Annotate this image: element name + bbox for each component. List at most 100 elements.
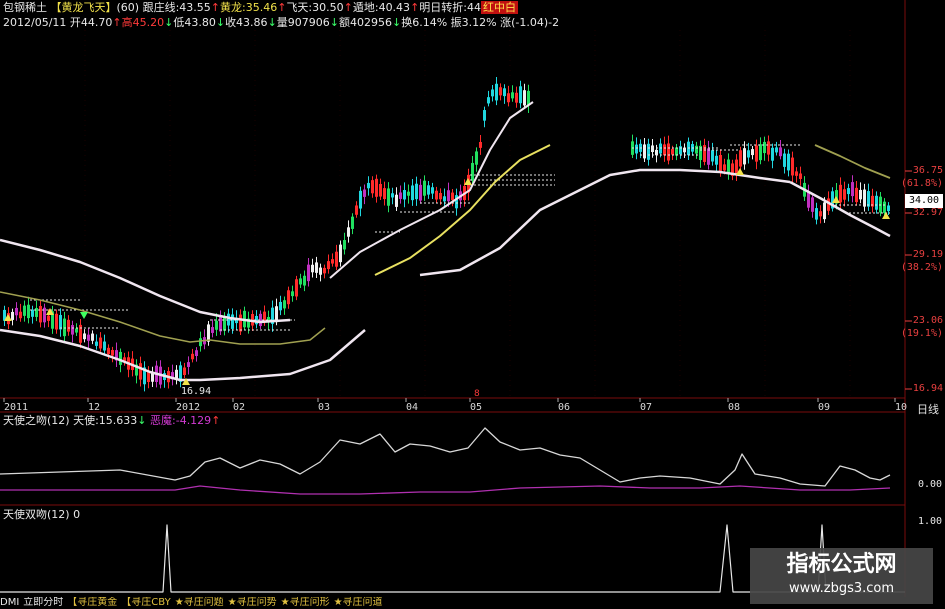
candle-body-137 <box>651 145 654 153</box>
indicator-tab-1[interactable]: 立即分时 <box>23 597 63 608</box>
indicator-tab-4[interactable]: ★寻庄问题 <box>175 597 224 608</box>
candle-body-25 <box>103 341 106 351</box>
time-tick-4: 03 <box>318 402 331 413</box>
indicator-tab-3[interactable]: 【寻庄CBY <box>121 597 170 608</box>
candle-body-169 <box>779 147 782 157</box>
indicator1-header: 天使之吻(12) 天使:15.633↓ 恶魔:-4.129↑ <box>3 415 220 427</box>
hdr2-part-11: 额402956 <box>339 16 392 29</box>
hdr2-part-8: ↓ <box>267 16 277 29</box>
hdr2-part-13: 换6.14% <box>401 16 448 29</box>
watermark: 指标公式网 www.zbgs3.com <box>750 548 933 604</box>
candle-body-72 <box>291 291 294 297</box>
indicator-tab-7[interactable]: ★寻庄问道 <box>334 597 383 608</box>
down-triangle-marker-2 <box>80 312 88 319</box>
price-tick-0: 36.75 <box>912 165 943 176</box>
candle-body-173 <box>795 171 798 176</box>
candle-body-159 <box>739 150 742 167</box>
candle-body-93 <box>375 178 378 197</box>
candle-body-187 <box>851 182 854 197</box>
candle-body-11 <box>47 315 50 321</box>
candle-body-23 <box>95 341 98 346</box>
candle-body-141 <box>667 143 670 161</box>
hdr1-part-8: ↑ <box>343 1 353 14</box>
yellow-line-2 <box>374 144 551 276</box>
candle-body-167 <box>771 147 774 161</box>
candle-body-21 <box>87 334 90 341</box>
candle-body-16 <box>67 319 70 332</box>
period-label[interactable]: 日线 <box>917 401 939 417</box>
indicator-tab-2[interactable]: 【寻庄黄金 <box>67 597 117 608</box>
hdr2-part-12: ↓ <box>392 16 402 29</box>
candle-body-86 <box>347 227 350 237</box>
candle-body-78 <box>315 262 318 273</box>
hdr2-part-1: 开44.70 <box>69 16 113 29</box>
hdr1-part-5: 黄龙:35.46 <box>220 1 278 14</box>
price-tick-3: 29.19 <box>912 249 943 260</box>
price-tick-2: 32.97 <box>912 207 943 218</box>
current-price-box: 34.00 <box>905 194 943 208</box>
candle-body-122 <box>491 89 494 97</box>
indicator-tab-0[interactable]: DMI <box>0 597 19 608</box>
candle-body-98 <box>395 194 398 207</box>
candle-body-128 <box>515 92 518 103</box>
candle-body-18 <box>75 328 78 333</box>
candle-body-166 <box>767 141 770 155</box>
candle-body-176 <box>807 192 810 208</box>
candle-body-153 <box>715 155 718 165</box>
candle-body-69 <box>279 301 282 311</box>
candle-body-7 <box>31 309 34 317</box>
indicator1-title[interactable]: 天使之吻(12) <box>3 414 70 427</box>
hdr2-part-0: 2012/05/11 <box>3 16 70 29</box>
indicator1-demon-label: 恶魔:-4.129 <box>150 414 212 427</box>
time-tick-1: 12 <box>88 402 101 413</box>
candle-body-196 <box>887 205 890 212</box>
candle-body-82 <box>331 259 334 264</box>
candle-body-89 <box>359 190 362 209</box>
candle-body-51 <box>207 324 210 342</box>
candle-body-53 <box>215 320 218 330</box>
candle-body-13 <box>55 313 58 330</box>
candle-body-48 <box>195 350 198 356</box>
candle-body-47 <box>191 353 194 360</box>
candle-body-88 <box>355 205 358 215</box>
candle-body-84 <box>339 244 342 263</box>
time-tick-7: 06 <box>558 402 571 413</box>
candle-body-135 <box>643 144 646 159</box>
candle-body-155 <box>723 164 726 171</box>
candle-body-108 <box>435 190 438 200</box>
candle-body-191 <box>867 191 870 207</box>
time-tick-9: 08 <box>728 402 741 413</box>
candle-body-172 <box>791 157 794 176</box>
header-line-2: 2012/05/11 开44.70↑高45.20↓低43.80↓收43.86↓量… <box>3 17 559 29</box>
candle-body-91 <box>367 182 370 189</box>
indicator1-angel-line <box>0 427 891 487</box>
hdr2-part-4: ↓ <box>164 16 174 29</box>
candle-body-27 <box>111 349 114 356</box>
candle-body-185 <box>843 189 846 200</box>
hdr2-part-14: 振3.12% <box>447 16 497 29</box>
candle-body-125 <box>503 88 506 97</box>
candle-body-4 <box>19 311 22 319</box>
candle-body-54 <box>219 316 222 332</box>
chart-canvas[interactable]: 8 <box>0 0 945 609</box>
candle-body-87 <box>351 216 354 229</box>
candle-body-119 <box>479 141 482 148</box>
candle-body-111 <box>447 190 450 202</box>
indicator-tab-6[interactable]: ★寻庄问形 <box>281 597 330 608</box>
price-tick-5: 23.06 <box>912 315 943 326</box>
candle-body-161 <box>747 150 750 158</box>
indicator-tab-5[interactable]: ★寻庄问势 <box>228 597 277 608</box>
indicator2-title[interactable]: 天使双吻(12) 0 <box>3 509 80 521</box>
candle-body-2 <box>11 311 14 320</box>
time-tick-5: 04 <box>406 402 419 413</box>
candle-body-73 <box>295 279 298 297</box>
low-price-marker: 16.94 <box>181 386 212 397</box>
candle-body-120 <box>483 110 486 121</box>
candle-body-29 <box>119 351 122 365</box>
candle-body-160 <box>743 148 746 165</box>
hdr1-part-0: 包钢稀土 <box>3 1 47 14</box>
hdr1-part-11: 明日转折:44 <box>419 1 481 14</box>
candle-body-168 <box>775 147 778 153</box>
hdr1-part-9: 遁地:40.43 <box>352 1 411 14</box>
candle-body-77 <box>311 264 314 273</box>
